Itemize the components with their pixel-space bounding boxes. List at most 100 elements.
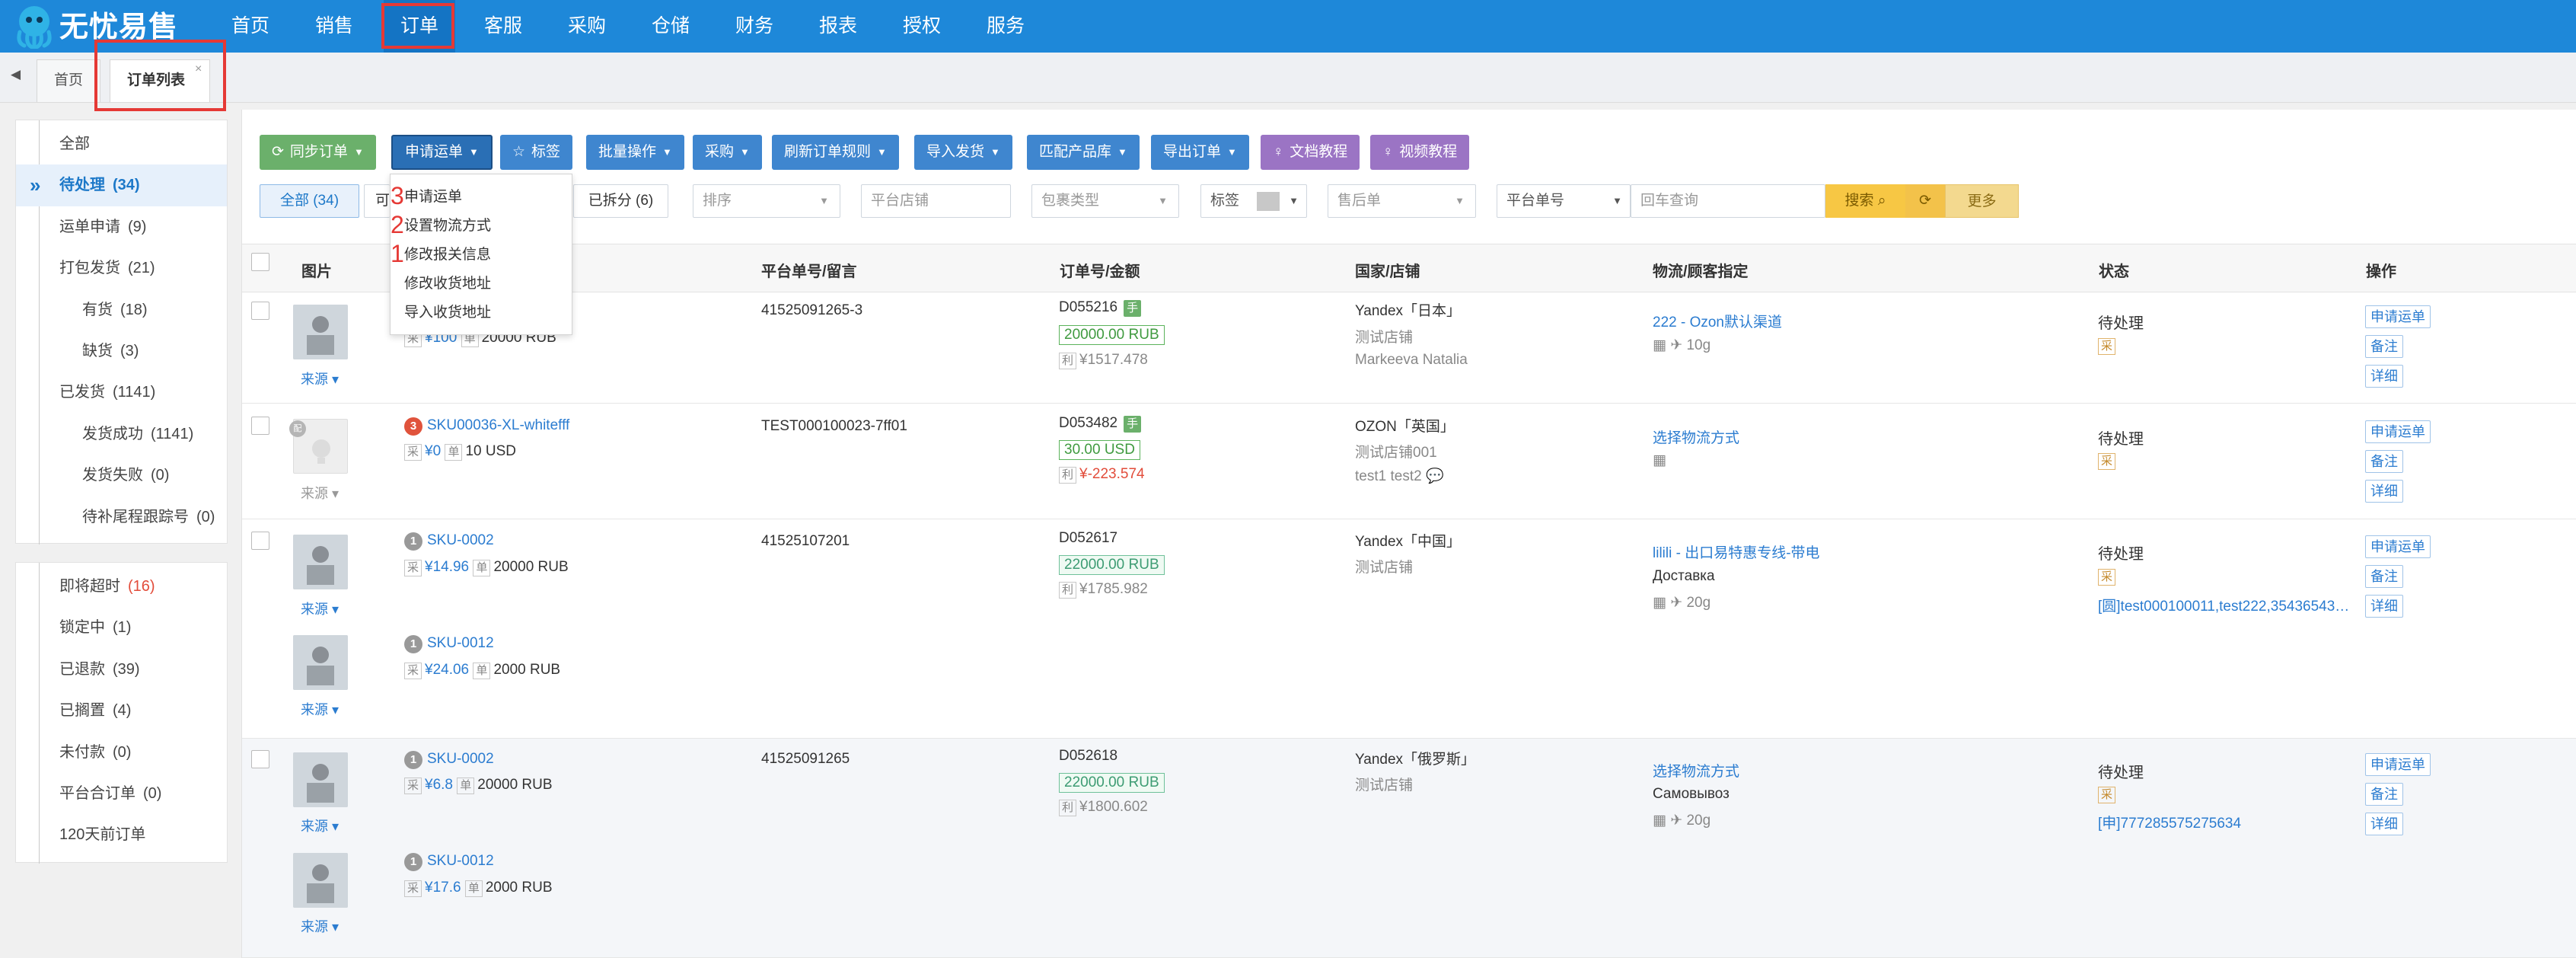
remark-button[interactable]: 备注 [2365, 335, 2403, 358]
batch-operation-button[interactable]: 批量操作 ▼ [586, 135, 684, 170]
item-price-line: 采 ¥24.06 单 2000 RUB [404, 662, 560, 679]
filter-partial-button[interactable]: 可 [364, 184, 390, 218]
sidebar-item-platform-merged[interactable]: 平台合订单 (0) [16, 773, 227, 814]
filter-all-button[interactable]: 全部 (34) [260, 184, 359, 218]
logistics-link[interactable]: lilili - 出口易特惠专线-带电 [1653, 541, 1820, 562]
detail-button[interactable]: 详细 [2365, 595, 2403, 618]
logistics-link[interactable]: 选择物流方式 [1653, 760, 1739, 781]
row-checkbox[interactable] [251, 750, 269, 768]
nav-service[interactable]: 服务 [970, 0, 1041, 53]
nav-purchase[interactable]: 采购 [551, 0, 623, 53]
nav-sales[interactable]: 销售 [298, 0, 370, 53]
source-dropdown[interactable]: 来源 ▾ [301, 369, 339, 388]
logistics-link[interactable]: 选择物流方式 [1653, 426, 1739, 447]
nav-orders[interactable]: 订单 [384, 0, 456, 53]
shop-name: 测试店铺 [1355, 330, 1414, 346]
menu-item-import-address[interactable]: 导入收货地址 [404, 301, 491, 321]
match-product-button[interactable]: 匹配产品库 ▼ [1027, 135, 1140, 170]
source-dropdown[interactable]: 来源 ▾ [301, 916, 339, 936]
after-sale-select[interactable]: 售后单 ▼ [1328, 184, 1476, 218]
platform-no-select[interactable]: 平台单号 ▼ [1497, 184, 1631, 218]
close-icon[interactable]: × [195, 62, 202, 76]
annotation-number: 3 [391, 182, 404, 209]
sidebar-item-pending[interactable]: 待处理(34) [16, 164, 227, 206]
sidebar-item-refunded[interactable]: 已退款 (39) [16, 649, 227, 690]
doc-tutorial-button[interactable]: ♀ 文档教程 [1261, 135, 1360, 170]
sort-select[interactable]: 排序 ▼ [693, 184, 840, 218]
menu-item-set-logistics[interactable]: 设置物流方式 [404, 214, 491, 235]
sidebar-item-on-hold[interactable]: 已搁置 (4) [16, 690, 227, 731]
nav-warehouse[interactable]: 仓储 [635, 0, 706, 53]
sidebar-item-pack-ship[interactable]: 打包发货 (21) [16, 247, 227, 289]
col-actions: 操作 [2366, 263, 2396, 280]
select-all-checkbox[interactable] [251, 253, 269, 271]
status-tag: 采 [2098, 568, 2119, 586]
source-dropdown[interactable]: 来源 ▾ [301, 699, 339, 719]
video-tutorial-button[interactable]: ♀ 视频教程 [1370, 135, 1470, 170]
refresh-order-rules-button[interactable]: 刷新订单规则 ▼ [772, 135, 899, 170]
tag-select[interactable]: 标签 ▼ [1200, 184, 1307, 218]
tracking-numbers[interactable]: [申]777285575275634 [2098, 812, 2241, 832]
order-profit: 利 ¥1517.478 [1059, 352, 1148, 369]
col-country-shop: 国家/店铺 [1355, 263, 1420, 280]
nav-reports[interactable]: 报表 [802, 0, 874, 53]
package-type-select[interactable]: 包裹类型 ▼ [1031, 184, 1179, 218]
tracking-numbers[interactable]: [圆]test000100011,test222,35436543… [2098, 595, 2357, 615]
sidebar-item-timeout-soon[interactable]: 即将超时 (16) [16, 566, 227, 607]
filter-split-button[interactable]: 已拆分 (6) [573, 184, 668, 218]
row-checkbox[interactable] [251, 417, 269, 435]
detail-button[interactable]: 详细 [2365, 480, 2403, 503]
logistics-link[interactable]: 222 - Ozon默认渠道 [1653, 311, 1782, 331]
source-dropdown[interactable]: 来源 ▾ [301, 599, 339, 618]
tab-scroll-left-icon[interactable]: ◀ [11, 67, 21, 82]
sidebar-item-waybill-apply[interactable]: 运单申请 (9) [16, 206, 227, 247]
tab-home[interactable]: 首页 [37, 59, 101, 102]
export-orders-button[interactable]: 导出订单 ▼ [1151, 135, 1249, 170]
remark-button[interactable]: 备注 [2365, 565, 2403, 588]
search-button[interactable]: 搜索 ⌕ [1825, 184, 1905, 218]
sidebar-item-pending-tracking[interactable]: 待补尾程跟踪号 (0) [16, 497, 227, 538]
sidebar-item-ship-failed[interactable]: 发货失败 (0) [16, 455, 227, 496]
sidebar-item-all[interactable]: 全部 [16, 123, 227, 164]
tag-button[interactable]: ☆ 标签 [500, 135, 573, 170]
import-ship-button[interactable]: 导入发货 ▼ [914, 135, 1012, 170]
nav-customer-service[interactable]: 客服 [467, 0, 539, 53]
search-input[interactable]: 回车查询 [1631, 184, 1825, 218]
apply-waybill-row-button[interactable]: 申请运单 [2365, 305, 2431, 328]
purchase-button[interactable]: 采购 ▼ [693, 135, 762, 170]
source-dropdown[interactable]: 来源 ▾ [301, 816, 339, 835]
product-image [293, 535, 348, 589]
table-row [242, 739, 2576, 958]
table-row [242, 519, 2576, 739]
nav-finance[interactable]: 财务 [719, 0, 790, 53]
apply-waybill-row-button[interactable]: 申请运单 [2365, 535, 2431, 558]
menu-item-edit-customs[interactable]: 修改报关信息 [404, 243, 491, 263]
more-button[interactable]: 更多 [1945, 184, 2019, 218]
sidebar-item-ship-success[interactable]: 发货成功 (1141) [16, 414, 227, 455]
nav-home[interactable]: 首页 [215, 0, 286, 53]
row-checkbox[interactable] [251, 302, 269, 320]
row-checkbox[interactable] [251, 532, 269, 550]
apply-waybill-row-button[interactable]: 申请运单 [2365, 420, 2431, 443]
menu-item-apply-waybill[interactable]: 申请运单 [404, 185, 462, 206]
sidebar-item-shipped[interactable]: 已发货 (1141) [16, 372, 227, 413]
sidebar-item-out-of-stock[interactable]: 缺货 (3) [16, 331, 227, 372]
nav-authorization[interactable]: 授权 [886, 0, 958, 53]
sync-orders-button[interactable]: ⟳ 同步订单 ▼ [260, 135, 376, 170]
reset-button[interactable]: ⟳ [1905, 184, 1945, 218]
apply-waybill-row-button[interactable]: 申请运单 [2365, 753, 2431, 776]
chevron-down-icon: ▼ [353, 146, 364, 158]
sidebar-item-unpaid[interactable]: 未付款 (0) [16, 732, 227, 773]
source-dropdown[interactable]: 来源 ▾ [301, 483, 339, 503]
apply-waybill-button[interactable]: 申请运单 ▼ [391, 135, 493, 170]
menu-item-edit-address[interactable]: 修改收货地址 [404, 272, 491, 292]
detail-button[interactable]: 详细 [2365, 813, 2403, 835]
remark-button[interactable]: 备注 [2365, 783, 2403, 806]
sidebar-item-locked[interactable]: 锁定中 (1) [16, 607, 227, 648]
shop-input[interactable]: 平台店铺 [861, 184, 1011, 218]
sidebar-item-120-days-ago[interactable]: 120天前订单 [16, 814, 227, 855]
remark-button[interactable]: 备注 [2365, 450, 2403, 473]
image-badge-icon: 配 [289, 420, 306, 437]
detail-button[interactable]: 详细 [2365, 365, 2403, 388]
sidebar-item-in-stock[interactable]: 有货 (18) [16, 289, 227, 331]
